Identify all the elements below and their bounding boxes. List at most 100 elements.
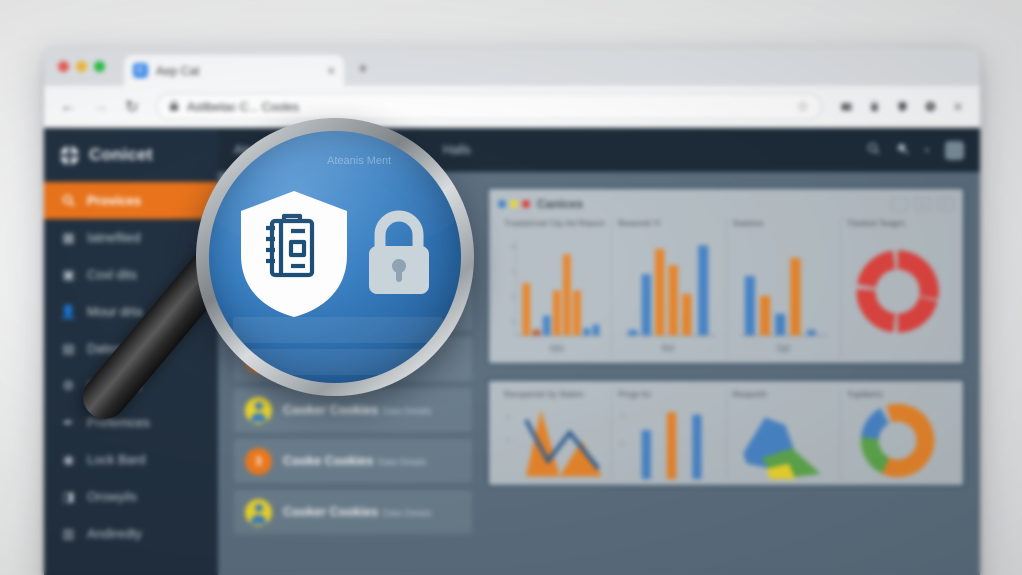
list-item-title: Cooker Cookies [283,505,379,519]
panel-menu-button[interactable]: ⠇ [937,197,954,211]
donut-chart-2[interactable] [847,402,948,479]
bar-chart-3[interactable]: Eapal [733,231,834,357]
list-item-title: Cooke Cookies [283,301,374,315]
address-bar[interactable]: Astlbetac C... Cooles ☆ [156,93,822,120]
list-item[interactable]: Cooker Cookies Data Details [234,490,472,534]
close-icon[interactable]: × [327,63,335,78]
sidebar-item-label: Serveces [87,378,142,393]
svg-text:50: 50 [506,415,511,422]
dashboard-panel-secondary: Rerspenstr by Staton 50 25 Progr ho 50 2… [486,378,966,488]
main-area: Ateanis Ment Collecter Halls ▾ Coole Dat… [218,128,980,575]
minimize-panel-button[interactable]: − [891,197,908,211]
sidebar-item-label: Lock Bard [87,452,146,467]
bar-chart-4[interactable]: 50 25 [618,402,719,479]
sidebar-item-prefernces[interactable]: ✒ Prefernces [44,404,218,441]
layout-icon: ▣ [62,266,75,282]
chevron-down-icon: ▾ [272,228,277,238]
forward-button[interactable]: → [86,93,114,121]
lock-icon [169,99,179,114]
filter-label: Name [234,226,267,240]
sidebar-item-mour-drta[interactable]: 👤 Mour drta [44,293,218,330]
app-favicon-icon: C [133,63,148,78]
filter-name[interactable]: Name ▾ [234,226,276,240]
avatar [245,294,272,322]
reload-button[interactable]: ↻ [118,93,146,121]
app-header: Ateanis Ment Collecter Halls ▾ [218,128,980,172]
app-nav-halls[interactable]: Halls [443,143,471,157]
status-dot-blue [498,200,506,208]
svg-text:25: 25 [511,319,515,327]
sidebar-item-andiredty[interactable]: ▥ Andiredty [44,515,218,552]
sidebar-item-datendlo[interactable]: ▤ Datendlo [44,330,218,367]
maximize-panel-button[interactable]: □ [914,197,931,211]
browser-tab-strip: C Aep Cat × + [44,48,980,86]
list-item[interactable]: Cooke Cookies Data Details [234,286,472,330]
user-icon: 👤 [60,303,77,319]
x-axis-label: Nation [550,341,565,354]
content-area: Coole Data Name ▾ Configs ▾ Cooked Data … [218,172,980,575]
chart-title: Yupdiarto [846,389,883,399]
avatar [245,396,272,424]
list-item[interactable]: 3 Cooke Cookies Data Details [234,439,472,483]
sidebar-item-lock-bard[interactable]: ◉ Lock Bard [44,441,218,478]
search-alt-icon[interactable] [896,142,909,158]
back-button[interactable]: ← [54,93,82,121]
chart-title: Rerspenstr by Staton [504,389,584,399]
chart-grid-row-2: Rerspenstr by Staton 50 25 Progr ho 50 2… [498,389,954,479]
filter-configs[interactable]: Configs ▾ [330,226,381,240]
chart-cell: Progr ho 50 25 [612,389,727,479]
brand-logo-icon [60,145,79,165]
bag-icon[interactable] [862,95,886,119]
sidebar-item-iatnefited[interactable]: ▦ Iatnefited [44,219,218,256]
sidebar-item-serveces[interactable]: ⚙ Serveces [44,367,218,404]
list-item-subtitle: Data Details [377,304,427,314]
sidebar-item-label: Datendlo [87,341,140,356]
bar-chart-1[interactable]: 100 75 50 25 Nation [504,231,605,357]
search-icon[interactable] [867,142,880,158]
close-window-button[interactable] [58,61,69,72]
bar-chart-2[interactable]: Mtudi [618,231,719,357]
panel-title: Canices [537,197,584,211]
avatar[interactable] [945,140,964,160]
shield-icon[interactable] [890,95,914,119]
browser-window: C Aep Cat × + ← → ↻ Astlbetac C... Coole… [44,48,980,575]
dashboard-panel-primary: Canices − □ ⠇ Trastetrmal City Ad Report… [486,186,966,366]
sidebar-item-orowyils[interactable]: ◨ Orowyils [44,478,218,515]
section-label: Cooked Data [234,262,311,276]
screenshot-stage: C Aep Cat × + ← → ↻ Astlbetac C... Coole… [0,0,1022,575]
sidebar-item-coxl-dits[interactable]: ▣ Coxl dits [44,256,218,293]
sidebar-item-provices[interactable]: Provices [44,182,218,219]
minimize-window-button[interactable] [76,61,87,72]
wallet-icon[interactable] [834,95,858,119]
chart-icon: ◨ [62,488,75,504]
list-item-subtitle: Data Details [382,508,432,518]
window-traffic-lights [58,61,105,72]
sidebar-item-label: Prefernces [87,415,150,430]
app-nav-ment[interactable]: Ment [306,143,334,157]
avatar [245,498,272,526]
list-item-subtitle: Data Details [377,355,427,365]
status-dot-red [522,200,530,208]
clock-icon[interactable] [918,95,942,119]
chart-cell: Ttastexl Teagrn [841,218,954,357]
bookmark-star-icon[interactable]: ☆ [796,98,809,115]
sidebar-item-label: Andiredty [87,526,142,541]
chevron-down-icon[interactable]: ▾ [925,146,929,155]
chart-cell: Yupdiarto [841,389,954,479]
new-tab-button[interactable]: + [358,59,368,79]
browser-tab[interactable]: C Aep Cat × [124,55,344,86]
list-item[interactable]: 2 Cokie Ciookies Data Details [234,337,472,381]
maximize-window-button[interactable] [94,61,105,72]
app-nav-ateanis[interactable]: Ateanis [234,143,276,157]
list-item[interactable]: Cooker Cookies Data Details [234,388,472,432]
x-axis-label: Eapal [776,341,789,354]
browser-menu-icon[interactable]: ≡ [946,95,970,119]
area-chart-1[interactable] [733,402,834,479]
list-item-subtitle: Data Details [382,406,432,416]
donut-chart-1[interactable] [847,231,948,357]
app-nav-collecter[interactable]: Collecter [364,143,413,157]
line-chart-1[interactable]: 50 25 [504,402,605,479]
chart-title: Bwaevet Yi [618,218,661,228]
sidebar-item-label: Provices [87,193,142,208]
count-badge: 2 [245,345,272,373]
